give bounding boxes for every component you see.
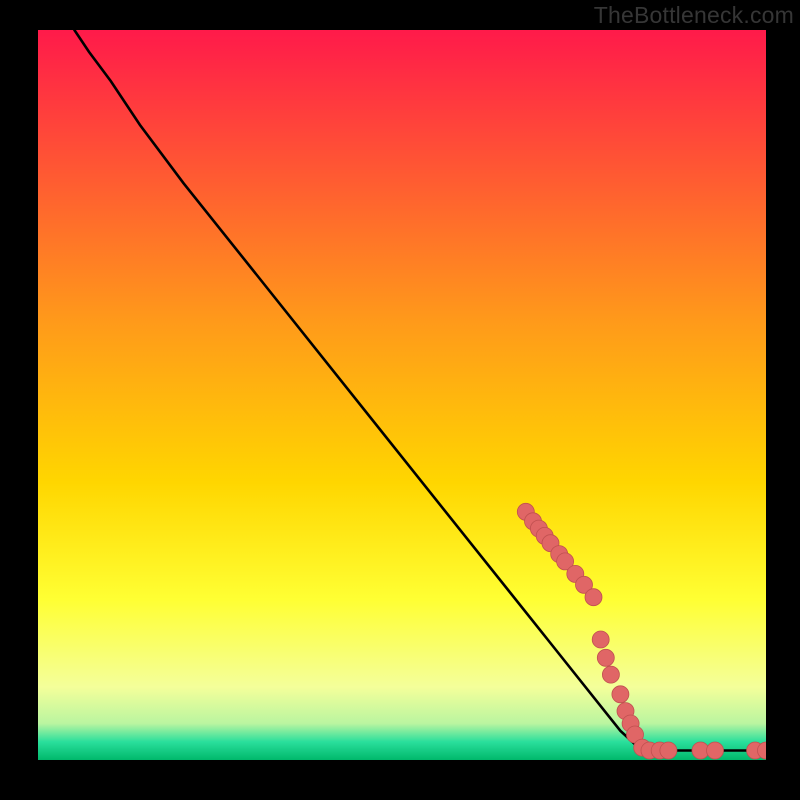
data-marker xyxy=(660,742,677,759)
gradient-background xyxy=(38,30,766,760)
attribution-text: TheBottleneck.com xyxy=(594,2,794,29)
data-marker xyxy=(707,742,724,759)
data-marker xyxy=(592,631,609,648)
chart-frame: TheBottleneck.com xyxy=(0,0,800,800)
data-marker xyxy=(585,589,602,606)
chart-svg xyxy=(38,30,766,760)
data-marker xyxy=(612,686,629,703)
data-marker xyxy=(597,649,614,666)
plot-area xyxy=(38,30,766,760)
data-marker xyxy=(602,666,619,683)
